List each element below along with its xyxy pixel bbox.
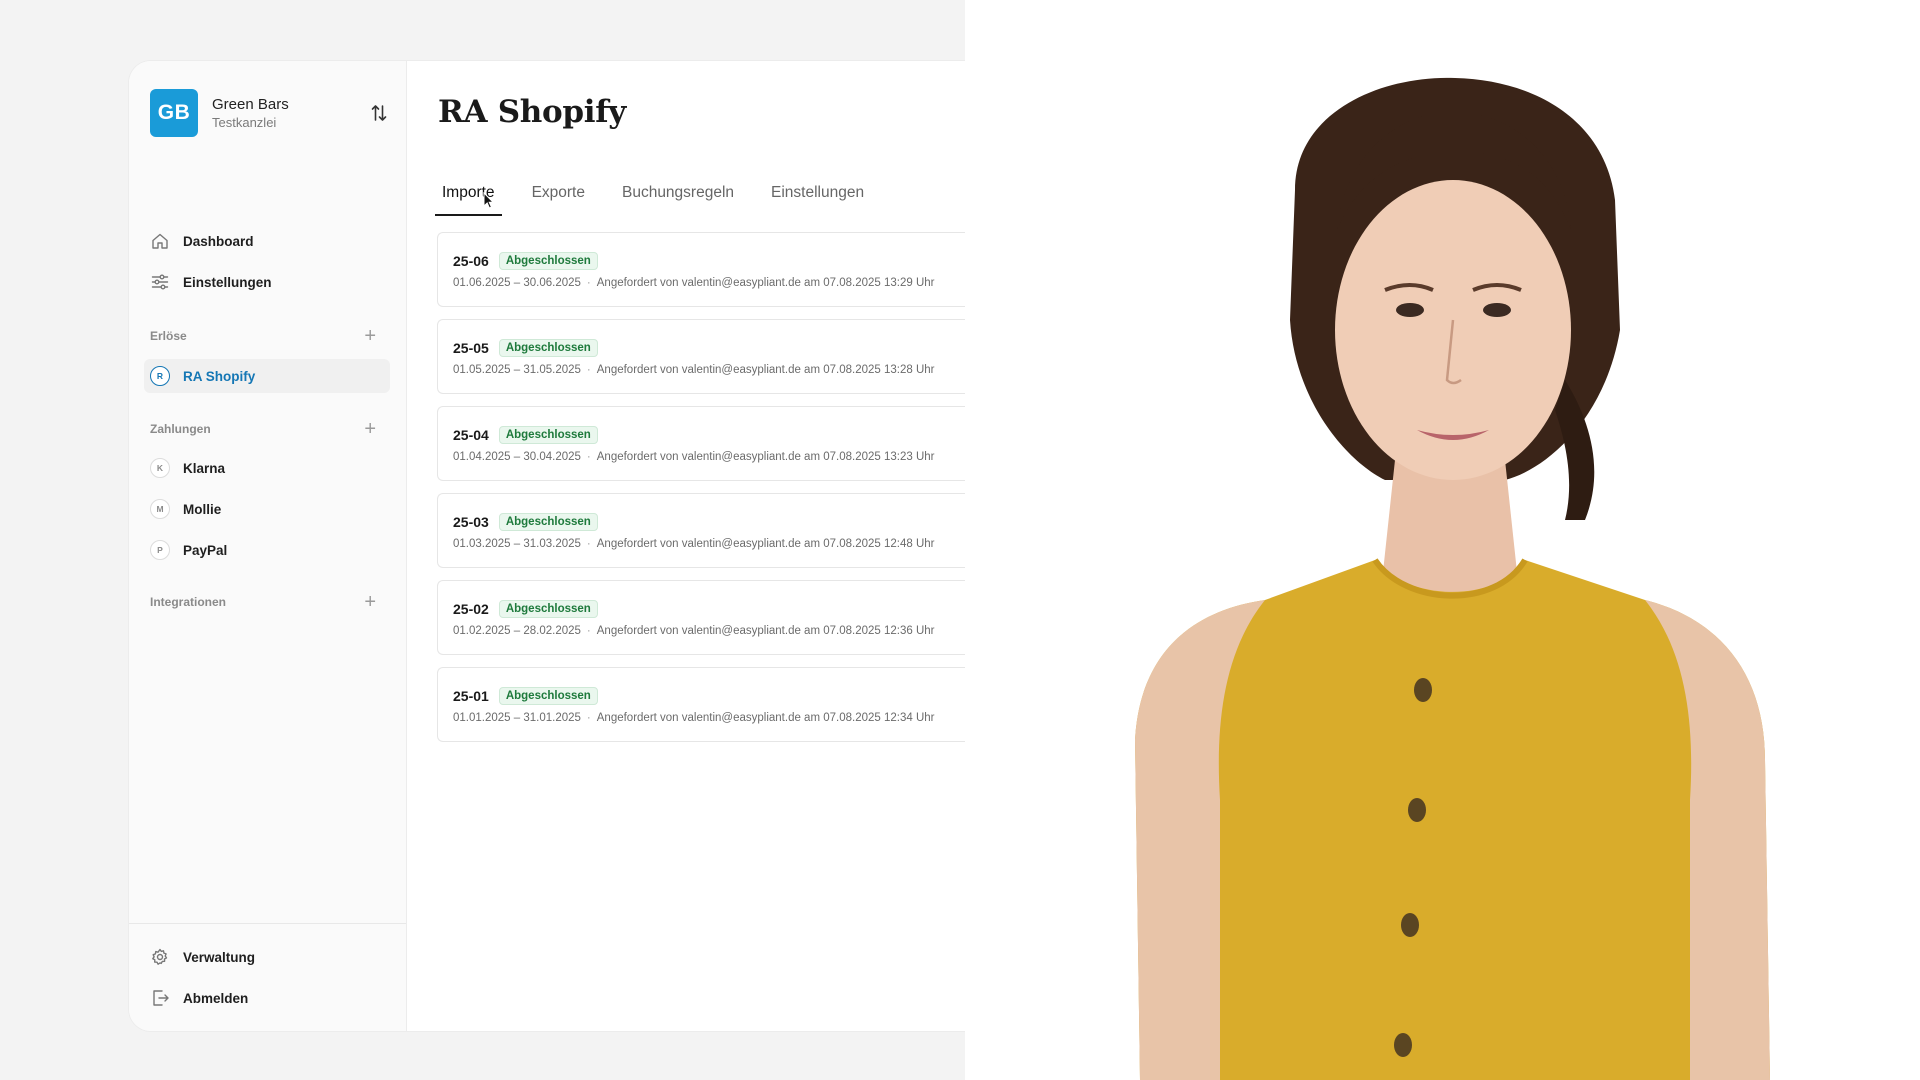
source-label: PayPal [183, 542, 228, 558]
sidebar: GB Green Bars Testkanzlei Dashboard Eins… [129, 61, 407, 1031]
add-integration-icon[interactable]: + [364, 592, 376, 612]
source-letter-badge: M [150, 499, 170, 519]
nav-logout[interactable]: Abmelden [150, 981, 390, 1015]
nav-admin[interactable]: Verwaltung [150, 940, 390, 974]
status-badge: Abgeschlossen [498, 339, 598, 357]
import-meta: 01.05.2025 – 31.05.2025 · Angefordert von … [453, 364, 935, 376]
presenter-illustration [965, 0, 1920, 1080]
import-id: 25-05 [453, 340, 489, 356]
source-label: Mollie [183, 501, 222, 517]
source-mollie[interactable]: M Mollie [144, 492, 390, 526]
import-date-range: 01.03.2025 – 31.03.2025 [453, 538, 581, 550]
mouse-cursor-icon [483, 191, 495, 214]
import-date-range: 01.06.2025 – 30.06.2025 [453, 277, 581, 289]
gear-icon [150, 947, 170, 967]
import-item[interactable]: 25-04 Abgeschlossen 01.04.2025 – 30.04.2… [437, 406, 965, 481]
account-avatar: GB [150, 89, 198, 137]
import-requested-by: Angefordert von valentin@easypliant.de a… [596, 451, 935, 463]
logout-icon [150, 988, 170, 1008]
status-badge: Abgeschlossen [498, 426, 598, 444]
import-date-range: 01.05.2025 – 31.05.2025 [453, 364, 581, 376]
section-integrations-title: Integrationen [150, 595, 227, 609]
source-letter-badge: R [150, 366, 170, 386]
import-meta: 01.03.2025 – 31.03.2025 · Angefordert von … [453, 538, 935, 550]
import-id: 25-03 [453, 514, 489, 530]
import-id: 25-06 [453, 253, 489, 269]
nav-admin-label: Verwaltung [183, 949, 256, 965]
presenter-video [965, 0, 1920, 1080]
source-letter-badge: K [150, 458, 170, 478]
import-item[interactable]: 25-01 Abgeschlossen 01.01.2025 – 31.01.2… [437, 667, 965, 742]
tab-bar: Importe Exporte Buchungsregeln Einstellu… [435, 176, 897, 216]
source-label: RA Shopify [183, 368, 256, 384]
tab-settings[interactable]: Einstellungen [767, 176, 868, 210]
account-name: Green Bars [212, 95, 289, 113]
import-meta: 01.04.2025 – 30.04.2025 · Angefordert von … [453, 451, 935, 463]
source-paypal[interactable]: P PayPal [144, 533, 390, 567]
tab-exports[interactable]: Exporte [528, 176, 589, 210]
source-klarna[interactable]: K Klarna [144, 451, 390, 485]
app-area: GB Green Bars Testkanzlei Dashboard Eins… [0, 0, 965, 1080]
import-requested-by: Angefordert von valentin@easypliant.de a… [596, 277, 935, 289]
section-revenue-title: Erlöse [150, 329, 187, 343]
status-badge: Abgeschlossen [498, 252, 598, 270]
nav-dashboard[interactable]: Dashboard [150, 224, 390, 258]
add-payment-icon[interactable]: + [364, 419, 376, 439]
import-id: 25-01 [453, 688, 489, 704]
import-meta: 01.01.2025 – 31.01.2025 · Angefordert von … [453, 712, 935, 724]
account-subtitle: Testkanzlei [212, 114, 277, 130]
import-item[interactable]: 25-02 Abgeschlossen 01.02.2025 – 28.02.2… [437, 580, 965, 655]
import-id: 25-04 [453, 427, 489, 443]
status-badge: Abgeschlossen [498, 687, 598, 705]
section-revenue: Erlöse + [150, 326, 376, 346]
nav-logout-label: Abmelden [183, 990, 249, 1006]
import-date-range: 01.01.2025 – 31.01.2025 [453, 712, 581, 724]
source-ra-shopify[interactable]: R RA Shopify [144, 359, 390, 393]
source-letter-badge: P [150, 540, 170, 560]
status-badge: Abgeschlossen [498, 600, 598, 618]
switch-account-icon[interactable] [368, 102, 390, 124]
section-payments-title: Zahlungen [150, 422, 211, 436]
import-item[interactable]: 25-05 Abgeschlossen 01.05.2025 – 31.05.2… [437, 319, 965, 394]
import-requested-by: Angefordert von valentin@easypliant.de a… [596, 538, 935, 550]
import-requested-by: Angefordert von valentin@easypliant.de a… [596, 625, 935, 637]
import-requested-by: Angefordert von valentin@easypliant.de a… [596, 712, 935, 724]
status-badge: Abgeschlossen [498, 513, 598, 531]
sliders-icon [150, 272, 170, 292]
import-list: 25-06 Abgeschlossen 01.06.2025 – 30.06.2… [437, 232, 965, 754]
nav-settings[interactable]: Einstellungen [150, 265, 390, 299]
home-icon [150, 231, 170, 251]
import-requested-by: Angefordert von valentin@easypliant.de a… [596, 364, 935, 376]
section-payments: Zahlungen + [150, 419, 376, 439]
nav-dashboard-label: Dashboard [183, 233, 254, 249]
tab-booking-rules[interactable]: Buchungsregeln [618, 176, 738, 210]
main-content: RA Shopify Importe Exporte Buchungsregel… [407, 61, 965, 1031]
import-meta: 01.06.2025 – 30.06.2025 · Angefordert von … [453, 277, 935, 289]
section-integrations: Integrationen + [150, 592, 376, 612]
sidebar-footer: Verwaltung Abmelden [129, 923, 406, 1031]
import-date-range: 01.02.2025 – 28.02.2025 [453, 625, 581, 637]
import-item[interactable]: 25-06 Abgeschlossen 01.06.2025 – 30.06.2… [437, 232, 965, 307]
app-window: GB Green Bars Testkanzlei Dashboard Eins… [129, 61, 965, 1031]
import-date-range: 01.04.2025 – 30.04.2025 [453, 451, 581, 463]
nav-settings-label: Einstellungen [183, 274, 272, 290]
import-meta: 01.02.2025 – 28.02.2025 · Angefordert von … [453, 625, 935, 637]
import-item[interactable]: 25-03 Abgeschlossen 01.03.2025 – 31.03.2… [437, 493, 965, 568]
account-info: Green Bars Testkanzlei [212, 95, 368, 132]
import-id: 25-02 [453, 601, 489, 617]
page-title: RA Shopify [438, 94, 627, 130]
account-switcher[interactable]: GB Green Bars Testkanzlei [150, 89, 390, 137]
add-revenue-icon[interactable]: + [364, 326, 376, 346]
source-label: Klarna [183, 460, 226, 476]
